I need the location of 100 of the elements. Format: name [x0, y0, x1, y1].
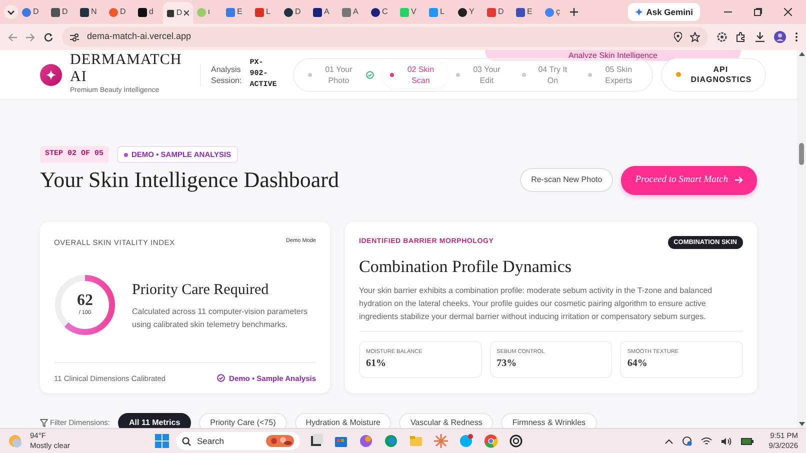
site-icon — [429, 8, 438, 16]
site-icon — [342, 8, 351, 16]
chrome-icon — [484, 434, 498, 448]
status-description: Calculated across 11 computer-vision parameters using calibrated skin telemetry benchmarks. — [132, 306, 308, 331]
filter-chip[interactable]: Hydration & Moisture — [294, 412, 392, 428]
site-icon — [255, 8, 264, 16]
browser-tab[interactable]: ç — [541, 2, 570, 22]
profile-description: Your skin barrier exhibits a combination profile: moderate sebum activity in the T-zone and balanced hydration on the lateral cheeks. Your profile guides our cosmetic pairing algorithm to ensure active ingredients stabilize your dermal barrier without inducing irritation or compensatory sebum surges. — [359, 284, 743, 332]
chevron-up-icon[interactable] — [664, 438, 673, 444]
profile-title: Combination Profile Dynamics — [359, 256, 572, 278]
tab-search-icon[interactable] — [4, 5, 18, 19]
taskbar-search[interactable]: Search — [176, 432, 300, 450]
metric-value: 73% — [496, 357, 518, 371]
close-icon[interactable] — [184, 10, 189, 16]
filter-chip[interactable]: All 11 Metrics — [118, 412, 192, 428]
browser-tab[interactable]: N — [76, 2, 105, 22]
edge-icon — [384, 434, 398, 448]
browser-tab[interactable]: V — [396, 2, 425, 22]
filter-chip[interactable]: Priority Care (<75) — [199, 412, 287, 428]
site-icon — [51, 8, 60, 16]
menu-icon[interactable] — [795, 32, 798, 42]
site-icon — [109, 8, 118, 16]
site-icon — [138, 8, 147, 16]
sparkle-icon — [434, 434, 448, 448]
site-icon — [313, 8, 322, 16]
step-tab[interactable]: 02 Skin Scan — [382, 62, 448, 88]
site-settings-icon[interactable] — [70, 32, 79, 42]
step-tab[interactable]: 05 Skin Experts — [580, 62, 646, 88]
volume-icon[interactable] — [720, 436, 732, 446]
session-label: Analysis Session: — [200, 64, 242, 86]
site-icon — [458, 8, 467, 16]
close-icon[interactable] — [784, 8, 792, 16]
check-circle-icon — [217, 374, 226, 382]
scroll-up-icon[interactable] — [798, 52, 804, 56]
ask-gemini-button[interactable]: Ask Gemini — [628, 2, 700, 22]
gear-icon[interactable] — [717, 32, 727, 42]
filter-icon — [40, 418, 48, 426]
step-tab[interactable]: 01 Your Photo — [300, 62, 382, 88]
browser-tab[interactable]: D — [163, 2, 193, 24]
new-tab-icon[interactable] — [570, 8, 578, 16]
reload-icon[interactable] — [44, 32, 53, 42]
restore-icon[interactable] — [754, 8, 762, 16]
scroll-down-icon[interactable] — [798, 422, 804, 426]
page-title: Your Skin Intelligence Dashboard — [40, 167, 339, 194]
sparkle-icon — [635, 8, 644, 16]
browser-tab[interactable]: D — [47, 2, 76, 22]
site-icon — [80, 8, 89, 16]
browser-tab[interactable]: A — [309, 2, 338, 22]
location-icon[interactable] — [674, 32, 682, 42]
windows-icon[interactable] — [155, 434, 170, 448]
metric-value: 61% — [366, 357, 387, 371]
site-icon — [487, 8, 496, 16]
site-icon — [22, 8, 31, 16]
skype-icon — [459, 434, 474, 448]
step-tab[interactable]: 03 Your Edit — [448, 62, 514, 88]
download-icon[interactable] — [755, 32, 765, 42]
score-value: 62 — [77, 292, 93, 309]
puzzle-icon[interactable] — [736, 32, 746, 42]
status-title: Priority Care Required — [132, 280, 270, 300]
site-icon — [516, 8, 525, 16]
site-icon — [400, 8, 409, 16]
search-icon — [182, 436, 192, 446]
browser-tab[interactable]: D — [483, 2, 512, 22]
browser-tab[interactable]: d — [134, 2, 163, 22]
brand-name: DERMAMATCH AI — [70, 52, 183, 86]
logo-icon — [40, 64, 62, 86]
step-tab[interactable]: 04 Try It On — [514, 62, 580, 88]
site-icon — [284, 8, 293, 16]
api-diagnostics-button[interactable]: API DIAGNOSTICS — [660, 58, 766, 92]
browser-tab[interactable]: ι — [193, 2, 222, 22]
filter-chip[interactable]: Firmness & Wrinkles — [501, 412, 597, 428]
avatar-icon[interactable] — [774, 31, 786, 43]
ghost-button[interactable]: Analyze Skin Intelligence — [485, 50, 741, 61]
browser-tab[interactable]: E — [222, 2, 251, 22]
site-icon — [545, 8, 554, 16]
browser-tab[interactable]: D — [105, 2, 134, 22]
browser-tab[interactable]: D — [18, 2, 47, 22]
browser-tab[interactable]: Y — [454, 2, 483, 22]
site-icon — [371, 8, 380, 16]
weather-icon — [8, 434, 22, 448]
site-icon — [167, 8, 174, 18]
scrollbar-thumb[interactable] — [799, 143, 804, 165]
rescan-button[interactable]: Re-scan New Photo — [520, 168, 614, 192]
filter-chip[interactable]: Vascular & Redness — [399, 412, 494, 428]
site-icon — [226, 8, 235, 16]
folder-icon — [409, 434, 424, 448]
network-icon[interactable] — [682, 436, 692, 446]
browser-tab[interactable]: E — [512, 2, 541, 22]
browser-tab[interactable]: L — [251, 2, 280, 22]
browser-tab[interactable]: A — [338, 2, 367, 22]
wifi-icon[interactable] — [700, 436, 712, 446]
battery-icon[interactable] — [740, 437, 754, 445]
arrow-right-icon — [735, 176, 743, 184]
star-icon[interactable] — [690, 32, 700, 42]
metric-value: 64% — [627, 357, 648, 371]
browser-tab[interactable]: L — [425, 2, 454, 22]
browser-tab[interactable]: C — [367, 2, 396, 22]
copilot-icon — [359, 434, 374, 448]
site-icon — [197, 8, 206, 16]
browser-tab[interactable]: D — [280, 2, 309, 22]
